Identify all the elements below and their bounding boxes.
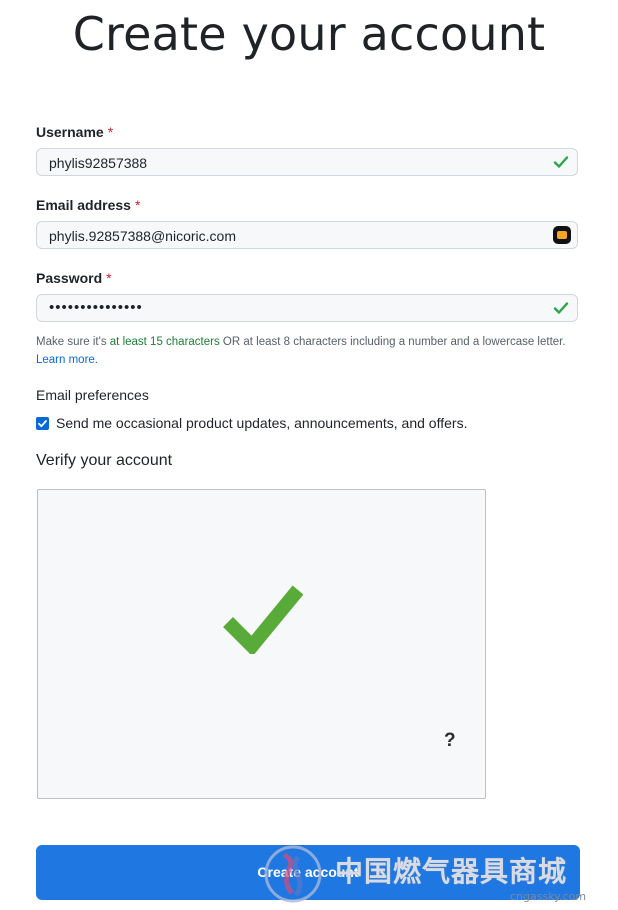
password-label: Password * xyxy=(36,270,112,286)
product-updates-label[interactable]: Send me occasional product updates, anno… xyxy=(56,415,467,431)
page-title: Create your account xyxy=(72,7,546,61)
password-field[interactable]: ••••••••••••••• xyxy=(36,294,578,322)
product-updates-checkbox[interactable] xyxy=(36,417,49,430)
required-mark: * xyxy=(107,124,114,140)
learn-more-link[interactable]: Learn more. xyxy=(36,354,98,366)
password-value: ••••••••••••••• xyxy=(49,299,143,316)
password-label-text: Password xyxy=(36,270,103,286)
valid-check-icon xyxy=(553,302,569,314)
required-mark: * xyxy=(134,197,141,213)
create-account-button[interactable]: Create account xyxy=(36,845,580,900)
email-label-text: Email address xyxy=(36,197,131,213)
captcha-box[interactable]: ? xyxy=(37,489,486,799)
hint-highlight: at least 15 characters xyxy=(109,336,220,348)
checkbox-check-icon xyxy=(38,420,47,428)
verify-label: Verify your account xyxy=(36,452,173,469)
email-preferences-label: Email preferences xyxy=(36,387,149,403)
valid-check-icon xyxy=(553,156,569,168)
hint-prefix: Make sure it's xyxy=(36,336,110,348)
hint-suffix: OR at least 8 characters including a num… xyxy=(219,336,566,348)
email-value: phylis.92857388@nicoric.com xyxy=(49,228,236,244)
password-hint: Make sure it's at least 15 characters OR… xyxy=(36,333,584,369)
username-value: phylis92857388 xyxy=(49,155,148,171)
required-mark: * xyxy=(106,270,112,286)
captcha-help-icon[interactable]: ? xyxy=(444,730,456,752)
username-label-text: Username xyxy=(36,124,104,140)
captcha-success-check-icon xyxy=(223,585,304,654)
email-field[interactable]: phylis.92857388@nicoric.com xyxy=(36,221,578,249)
email-label: Email address * xyxy=(36,197,140,213)
username-label: Username * xyxy=(36,124,113,140)
username-field[interactable]: phylis92857388 xyxy=(36,148,578,176)
password-manager-icon[interactable] xyxy=(553,226,571,244)
